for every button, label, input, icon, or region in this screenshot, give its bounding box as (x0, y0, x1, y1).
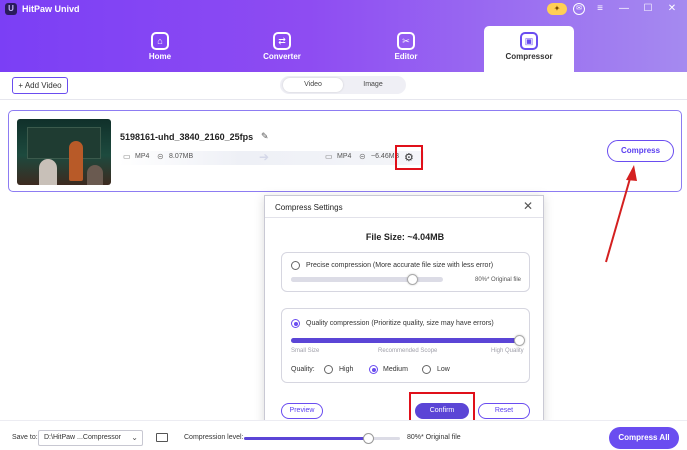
scale-small-size: Small Size (291, 348, 320, 354)
tab-converter-label: Converter (263, 52, 301, 61)
quality-slider-track[interactable] (291, 338, 519, 343)
reset-button[interactable]: Reset (478, 403, 530, 419)
tab-compressor[interactable]: ▣ Compressor (484, 26, 574, 72)
premium-badge-icon[interactable]: ✦ (547, 3, 567, 15)
window-controls: ✦ ✉ ≡ — ☐ ✕ (547, 2, 681, 16)
save-path-value: D:\HitPaw ...Compressor (44, 434, 122, 441)
converter-icon: ⇄ (273, 32, 291, 50)
compress-button[interactable]: Compress (607, 140, 674, 162)
tab-compressor-label: Compressor (505, 52, 553, 61)
home-icon: ⌂ (151, 32, 169, 50)
precise-compression-panel: Precise compression (More accurate file … (281, 252, 530, 292)
format-file-icon: ▭ (123, 152, 131, 161)
source-size: 8.07MB (169, 153, 194, 160)
quality-compression-panel: Quality compression (Prioritize quality,… (281, 308, 530, 383)
quality-compression-label: Quality compression (Prioritize quality,… (306, 320, 494, 327)
precise-compression-label: Precise compression (More accurate file … (306, 262, 494, 269)
toolbar: + Add Video Video Image (0, 72, 687, 100)
quality-medium-label: Medium (383, 366, 408, 373)
tab-editor-label: Editor (394, 52, 418, 61)
target-format-file-icon: ▭ (325, 152, 333, 161)
app-logo: U (5, 3, 17, 15)
preview-button[interactable]: Preview (281, 403, 323, 419)
save-to-label: Save to: (12, 434, 38, 441)
size-disk-icon: ⊝ (157, 152, 164, 161)
tab-converter[interactable]: ⇄ Converter (237, 26, 327, 72)
main-nav: ⌂ Home ⇄ Converter ✂ Editor ▣ Compressor (100, 26, 580, 72)
save-path-dropdown[interactable]: D:\HitPaw ...Compressor ⌄ (38, 430, 143, 446)
video-filename: 5198161-uhd_3840_2160_25fps (120, 132, 254, 142)
tab-home[interactable]: ⌂ Home (115, 26, 205, 72)
compression-level-slider[interactable] (244, 437, 400, 440)
scale-high-quality: High Quality (491, 348, 524, 354)
compressor-icon: ▣ (520, 32, 538, 50)
quality-high-label: High (339, 366, 354, 373)
app-title: HitPaw Univd (22, 4, 80, 14)
file-info-bar: ▭ MP4 ⊝ 8.07MB ➔ ▭ MP4 ⊝ ~6.46MB (119, 150, 424, 165)
settings-highlight-box: ⚙ (395, 145, 423, 170)
source-format: MP4 (135, 153, 150, 160)
precise-slider-track[interactable] (291, 277, 443, 282)
editor-icon: ✂ (397, 32, 415, 50)
target-format: MP4 (337, 153, 352, 160)
tab-home-label: Home (148, 52, 172, 61)
quality-low-radio[interactable] (422, 365, 431, 374)
dialog-title: Compress Settings (275, 203, 343, 212)
dialog-close-icon[interactable]: ✕ (523, 199, 533, 213)
quality-high-radio[interactable] (324, 365, 333, 374)
convert-arrow-icon: ➔ (259, 150, 270, 164)
precise-percent-text: 80%* Original file (475, 277, 522, 283)
quality-slider-knob[interactable] (513, 335, 525, 346)
add-video-button[interactable]: + Add Video (12, 77, 68, 94)
segment-video[interactable]: Video (283, 78, 343, 92)
maximize-button[interactable]: ☐ (639, 2, 657, 16)
tab-editor[interactable]: ✂ Editor (361, 26, 451, 72)
precise-compression-radio[interactable] (291, 261, 300, 270)
media-type-switch: Video Image (280, 76, 406, 94)
estimated-file-size: File Size: ~4.04MB (365, 232, 445, 242)
scale-recommended: Recommended Scope (378, 348, 438, 354)
minimize-button[interactable]: — (615, 2, 633, 16)
bottom-bar: Save to: D:\HitPaw ...Compressor ⌄ Compr… (0, 420, 687, 450)
app-header: U HitPaw Univd ✦ ✉ ≡ — ☐ ✕ ⌂ Home ⇄ Conv… (0, 0, 687, 72)
quality-row-label: Quality: (291, 366, 315, 373)
compress-settings-dialog: Compress Settings ✕ File Size: ~4.04MB P… (264, 195, 544, 426)
quality-low-label: Low (437, 366, 450, 373)
video-thumbnail[interactable] (17, 119, 111, 185)
precise-slider-knob[interactable] (407, 274, 419, 285)
close-window-button[interactable]: ✕ (663, 2, 681, 16)
compression-level-label: Compression level: (184, 434, 244, 441)
chevron-down-icon: ⌄ (131, 433, 138, 442)
quality-medium-radio[interactable] (369, 365, 378, 374)
menu-icon[interactable]: ≡ (591, 2, 609, 16)
target-size-disk-icon: ⊝ (359, 152, 366, 161)
quality-compression-radio[interactable] (291, 319, 300, 328)
video-item-card: 5198161-uhd_3840_2160_25fps ✎ ▭ MP4 ⊝ 8.… (8, 110, 682, 192)
compress-all-button[interactable]: Compress All (609, 427, 679, 449)
gear-icon[interactable]: ⚙ (404, 151, 414, 164)
compression-level-text: 80%* Original file (407, 434, 461, 441)
mail-icon[interactable]: ✉ (573, 3, 585, 15)
compression-level-knob[interactable] (363, 433, 375, 444)
segment-image[interactable]: Image (343, 78, 403, 92)
folder-icon[interactable] (156, 433, 168, 442)
rename-pencil-icon[interactable]: ✎ (261, 131, 271, 141)
